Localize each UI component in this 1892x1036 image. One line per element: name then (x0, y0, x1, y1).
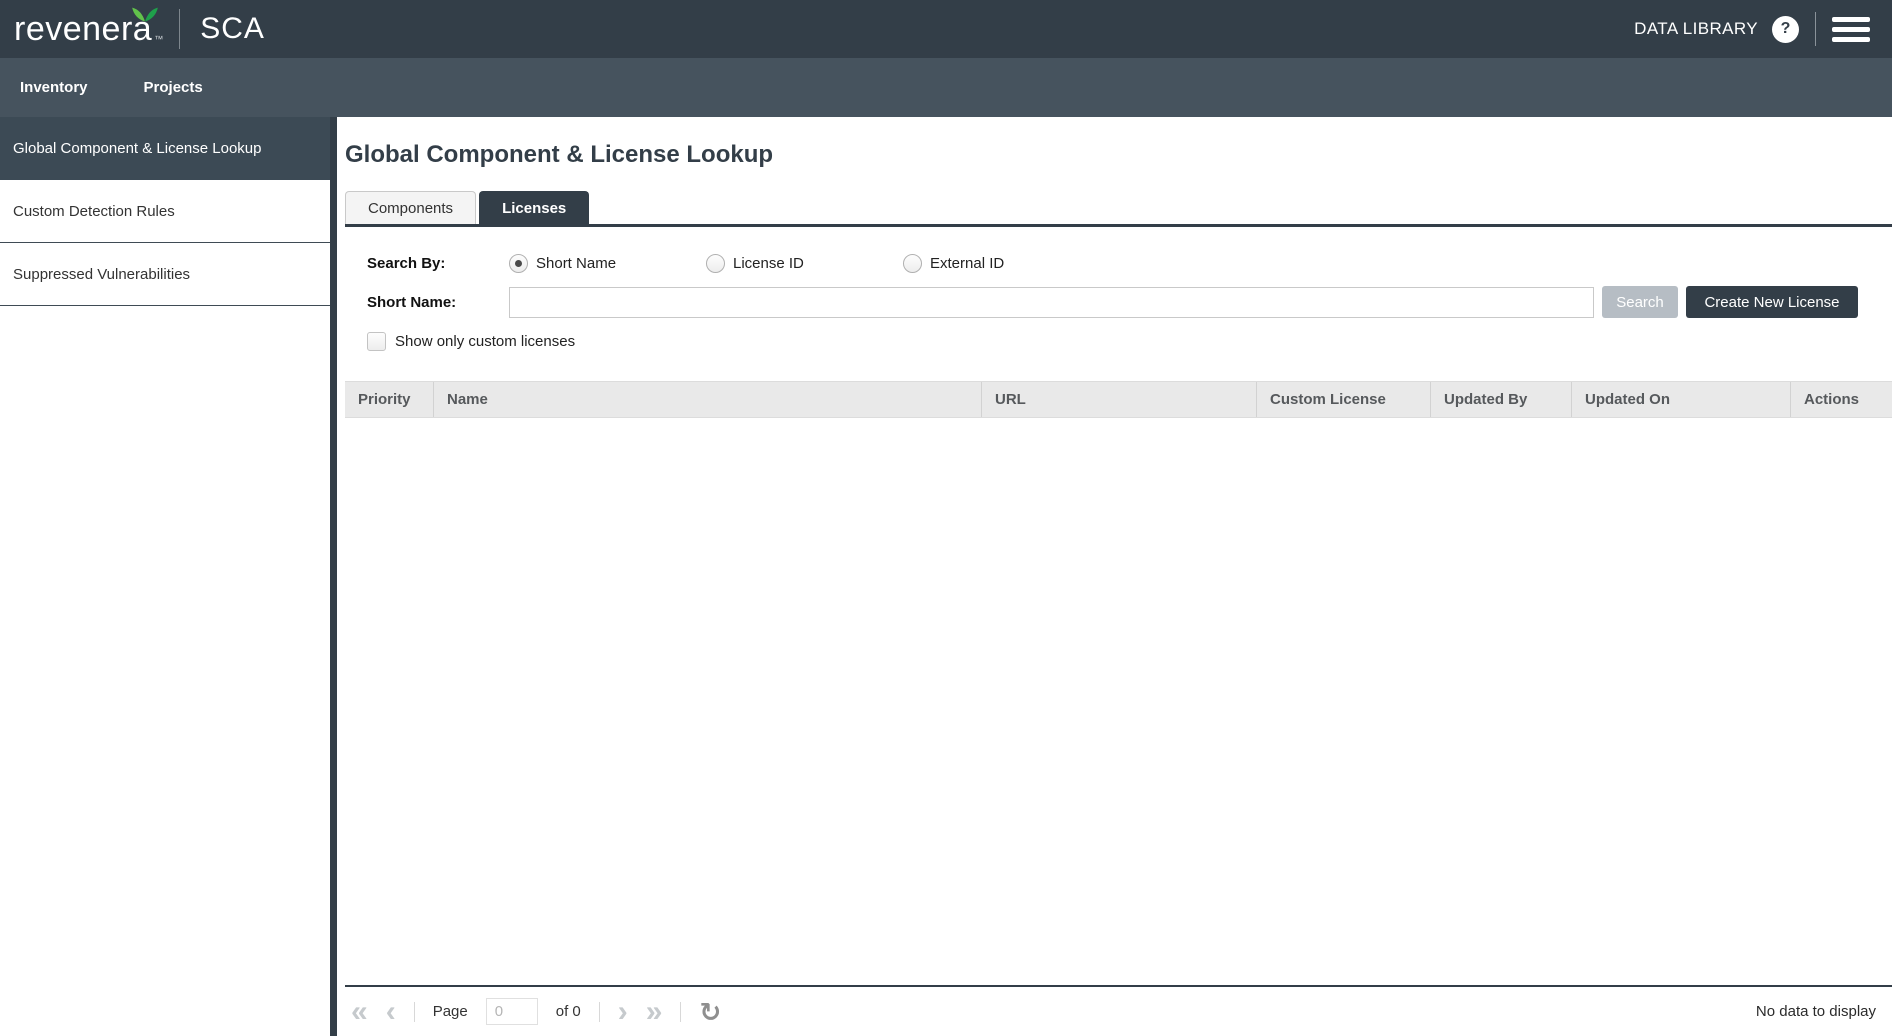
pagination-divider (599, 1002, 600, 1022)
sidebar-item-custom-detection-rules[interactable]: Custom Detection Rules (0, 180, 330, 243)
custom-licenses-filter-row: Show only custom licenses (367, 332, 1892, 351)
hamburger-menu-icon[interactable] (1832, 15, 1870, 44)
column-header-actions: Actions (1791, 382, 1892, 417)
refresh-icon[interactable]: ↻ (699, 1000, 721, 1024)
revenera-leaf-icon (131, 5, 159, 27)
help-icon-glyph: ? (1781, 20, 1791, 38)
page-count-label: of 0 (556, 1003, 581, 1020)
radio-external-id-label: External ID (930, 255, 1004, 272)
column-header-name: Name (434, 382, 982, 417)
page-label: Page (433, 1003, 468, 1020)
show-only-custom-licenses-label: Show only custom licenses (395, 333, 575, 350)
short-name-row: Short Name: Search Create New License (367, 286, 1892, 318)
tab-licenses[interactable]: Licenses (479, 191, 589, 224)
no-data-status: No data to display (1756, 1003, 1876, 1020)
radio-short-name-label: Short Name (536, 255, 616, 272)
show-only-custom-licenses-checkbox[interactable] (367, 332, 386, 351)
short-name-label: Short Name: (367, 294, 509, 311)
radio-short-name[interactable]: Short Name (509, 254, 706, 273)
main-content: Global Component & License Lookup Compon… (337, 117, 1892, 1036)
sidebar-item-suppressed-vulnerabilities[interactable]: Suppressed Vulnerabilities (0, 243, 330, 306)
page-title: Global Component & License Lookup (345, 141, 1892, 169)
logo-divider (179, 9, 180, 49)
data-library-link[interactable]: DATA LIBRARY (1634, 19, 1758, 39)
short-name-input[interactable] (509, 287, 1594, 318)
nav-item-inventory[interactable]: Inventory (20, 79, 88, 96)
pagination-divider (414, 1002, 415, 1022)
search-by-row: Search By: Short Name License ID Exte (367, 254, 1892, 273)
search-by-label: Search By: (367, 255, 509, 272)
search-panel: Search By: Short Name License ID Exte (345, 227, 1892, 351)
radio-license-id[interactable]: License ID (706, 254, 903, 273)
pagination-divider (680, 1002, 681, 1022)
column-header-url: URL (982, 382, 1257, 417)
radio-license-id-control[interactable] (706, 254, 725, 273)
product-name: SCA (200, 14, 265, 44)
column-header-custom-license: Custom License (1257, 382, 1431, 417)
page-number-input[interactable] (486, 998, 538, 1025)
create-new-license-button[interactable]: Create New License (1686, 286, 1858, 318)
pagination-bar: « ‹ Page of 0 › » ↻ No data to display (345, 985, 1892, 1036)
licenses-table-header: Priority Name URL Custom License Updated… (345, 381, 1892, 418)
logo-area: revenera ™ SCA (14, 9, 265, 49)
topbar-right: DATA LIBRARY ? (1634, 12, 1870, 46)
revenera-logo[interactable]: revenera ™ (14, 12, 163, 46)
first-page-icon[interactable]: « (351, 1000, 368, 1024)
search-button[interactable]: Search (1602, 286, 1678, 318)
logo-trademark: ™ (154, 34, 163, 44)
previous-page-icon[interactable]: ‹ (386, 1000, 396, 1024)
pagination-controls: « ‹ Page of 0 › » ↻ (351, 998, 721, 1025)
radio-external-id[interactable]: External ID (903, 254, 1100, 273)
topbar-divider (1815, 12, 1816, 46)
radio-license-id-label: License ID (733, 255, 804, 272)
search-by-radio-group: Short Name License ID External ID (509, 254, 1100, 273)
sidebar-item-global-component-license-lookup[interactable]: Global Component & License Lookup (0, 117, 330, 180)
licenses-table-body (345, 418, 1892, 985)
app-window: revenera ™ SCA DATA LIBRARY ? Inventory … (0, 0, 1892, 1036)
nav-item-projects[interactable]: Projects (144, 79, 203, 96)
body-row: Global Component & License Lookup Custom… (0, 117, 1892, 1036)
sidebar: Global Component & License Lookup Custom… (0, 117, 337, 1036)
radio-external-id-control[interactable] (903, 254, 922, 273)
column-header-priority: Priority (345, 382, 434, 417)
top-header: revenera ™ SCA DATA LIBRARY ? (0, 0, 1892, 58)
radio-short-name-control[interactable] (509, 254, 528, 273)
help-icon[interactable]: ? (1772, 16, 1799, 43)
primary-nav: Inventory Projects (0, 58, 1892, 117)
tab-components[interactable]: Components (345, 191, 476, 224)
next-page-icon[interactable]: › (618, 1000, 628, 1024)
tab-bar: Components Licenses (345, 191, 1892, 224)
column-header-updated-by: Updated By (1431, 382, 1572, 417)
column-header-updated-on: Updated On (1572, 382, 1791, 417)
last-page-icon[interactable]: » (646, 1000, 663, 1024)
